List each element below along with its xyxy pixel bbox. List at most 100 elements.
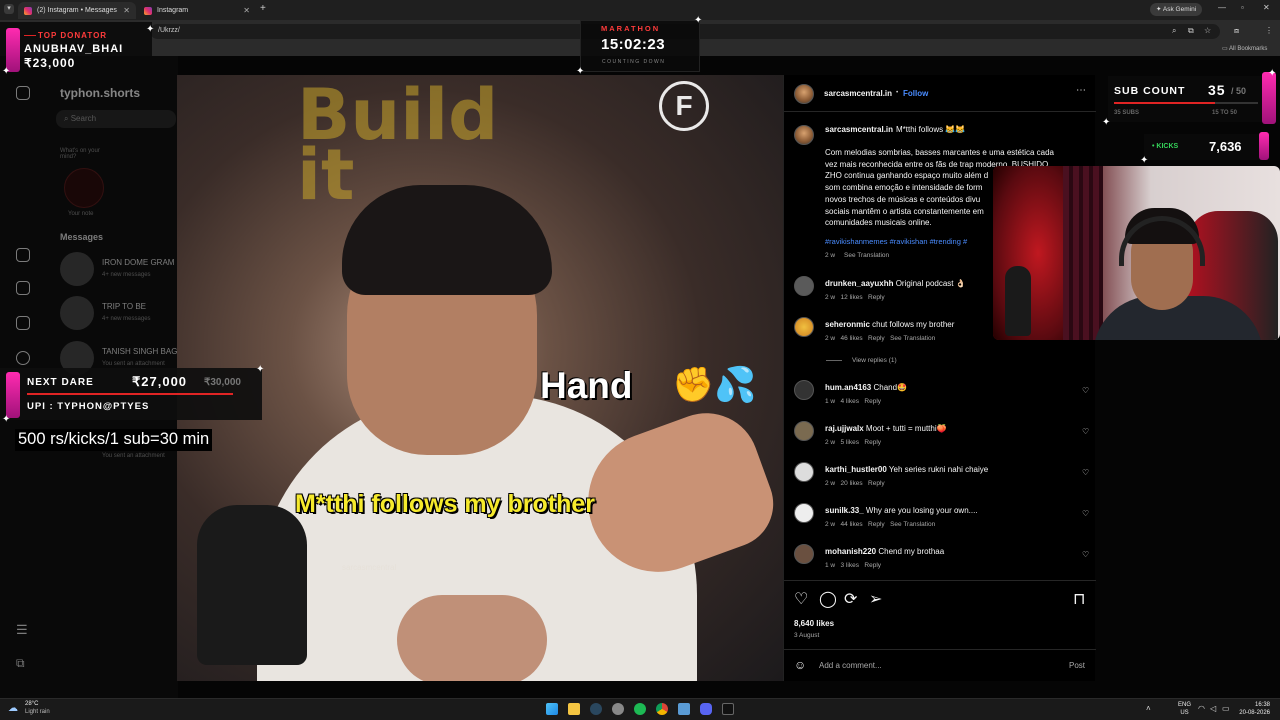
messages-username[interactable]: typhon.shorts	[60, 86, 140, 100]
weather-temp[interactable]: 28°C	[25, 701, 38, 707]
like-comment-icon[interactable]: ♡	[1082, 510, 1090, 518]
reply-button[interactable]: Reply	[864, 398, 881, 405]
chrome-icon[interactable]	[656, 703, 668, 715]
follow-button[interactable]: Follow	[903, 89, 928, 98]
bookmark-star-icon[interactable]: ☆	[1204, 26, 1211, 35]
share-icon[interactable]: ➢	[869, 589, 882, 609]
spotify-icon[interactable]	[634, 703, 646, 715]
file-explorer-icon[interactable]	[568, 703, 580, 715]
close-tab-icon[interactable]: ✕	[243, 6, 250, 15]
all-bookmarks-link[interactable]: ▭ All Bookmarks	[1222, 45, 1267, 52]
comment-username[interactable]: drunken_aayuxhh	[825, 279, 893, 288]
your-note-avatar[interactable]	[64, 168, 104, 208]
comment-username[interactable]: mohanish220	[825, 547, 876, 556]
hashtags[interactable]: #ravikishanmemes #ravikishan #trending #	[825, 237, 967, 246]
comment-avatar[interactable]	[794, 503, 814, 523]
close-tab-icon[interactable]: ✕	[123, 6, 130, 15]
new-tab-icon[interactable]: +	[260, 3, 266, 14]
direct-messages-icon[interactable]	[16, 316, 30, 330]
comment-likes[interactable]: 20 likes	[841, 480, 863, 487]
maximize-icon[interactable]: ▫	[1241, 3, 1244, 12]
post-comment-button[interactable]: Post	[1069, 661, 1085, 670]
settings-icon[interactable]	[612, 703, 624, 715]
tray-chevron-icon[interactable]: ˄	[1146, 704, 1151, 713]
author-avatar[interactable]	[794, 84, 814, 104]
reply-button[interactable]: Reply	[868, 480, 885, 487]
reply-button[interactable]: Reply	[868, 294, 885, 301]
zoom-icon[interactable]: ⌕	[1172, 26, 1176, 36]
reply-button[interactable]: Reply	[868, 335, 885, 342]
like-comment-icon[interactable]: ♡	[1082, 469, 1090, 477]
thread-name[interactable]: IRON DOME GRAM	[102, 258, 174, 267]
photos-icon[interactable]	[678, 703, 690, 715]
like-comment-icon[interactable]: ♡	[1082, 551, 1090, 559]
comment-username[interactable]: karthi_hustler00	[825, 465, 887, 474]
weather-icon[interactable]: ☁	[8, 703, 18, 714]
home-icon[interactable]	[16, 248, 30, 262]
browser-menu-icon[interactable]: ⋮	[1265, 26, 1273, 35]
close-window-icon[interactable]: ✕	[1263, 3, 1270, 12]
start-icon[interactable]	[546, 703, 558, 715]
save-icon[interactable]: ⊓	[1073, 589, 1085, 609]
steam-icon[interactable]	[590, 703, 602, 715]
view-replies-link[interactable]: View replies (1)	[852, 357, 897, 364]
extensions-icon[interactable]: ⧈	[1234, 26, 1239, 36]
thread-name[interactable]: TANISH SINGH BAG	[102, 347, 177, 356]
caption-avatar[interactable]	[794, 125, 814, 145]
author-name[interactable]: sarcasmcentral.in	[824, 89, 892, 98]
emoji-icon[interactable]: ☺	[794, 658, 806, 672]
clock[interactable]: 16:38 20-08-2026	[1236, 701, 1270, 717]
comment-avatar[interactable]	[794, 462, 814, 482]
comment-icon[interactable]: ◯	[819, 589, 837, 609]
reply-button[interactable]: Reply	[864, 439, 881, 446]
volume-icon[interactable]: ◁	[1210, 704, 1216, 713]
more-options-icon[interactable]: ⋯	[1076, 85, 1086, 96]
comment-likes[interactable]: 3 likes	[841, 562, 859, 569]
comment-avatar[interactable]	[794, 380, 814, 400]
see-translation-link[interactable]: See Translation	[890, 521, 935, 528]
reply-button[interactable]: Reply	[868, 521, 885, 528]
meta-icon[interactable]: ⧉	[16, 656, 25, 671]
like-count[interactable]: 8,640 likes	[794, 619, 834, 628]
like-comment-icon[interactable]: ♡	[1082, 428, 1090, 436]
comment-likes[interactable]: 46 likes	[841, 335, 863, 342]
comment-likes[interactable]: 12 likes	[841, 294, 863, 301]
comment-avatar[interactable]	[794, 544, 814, 564]
comment-avatar[interactable]	[794, 421, 814, 441]
terminal-icon[interactable]	[722, 703, 734, 715]
comment-avatar[interactable]	[794, 276, 814, 296]
see-translation-link[interactable]: See Translation	[890, 335, 935, 342]
caption-see-translation[interactable]: See Translation	[844, 252, 889, 259]
thread-name[interactable]: TRIP TO BE	[102, 302, 146, 311]
tab-menu-button[interactable]: ▾	[4, 4, 14, 14]
more-menu-icon[interactable]: ☰	[16, 622, 28, 638]
explore-icon[interactable]	[16, 281, 30, 295]
comment-username[interactable]: sunilk.33_	[825, 506, 864, 515]
search-input[interactable]: ⌕ Search	[56, 110, 176, 128]
comment-likes[interactable]: 5 likes	[841, 439, 859, 446]
repost-icon[interactable]: ⟳	[844, 589, 857, 609]
wifi-icon[interactable]: ◠	[1198, 704, 1205, 713]
language-indicator[interactable]: ENG US	[1178, 701, 1191, 717]
comment-username[interactable]: raj.ujjwalx	[825, 424, 864, 433]
add-comment-input[interactable]: Add a comment...	[819, 661, 882, 670]
comment-username[interactable]: seheronmic	[825, 320, 870, 329]
comment-likes[interactable]: 44 likes	[841, 521, 863, 528]
like-icon[interactable]: ♡	[794, 589, 808, 609]
tab-instagram[interactable]: Instagram ✕	[138, 2, 256, 19]
search-icon[interactable]	[16, 351, 30, 365]
caption-author[interactable]: sarcasmcentral.in	[825, 125, 893, 134]
comment-username[interactable]: hum.an4163	[825, 383, 871, 392]
battery-icon[interactable]: ▭	[1222, 704, 1230, 713]
reply-button[interactable]: Reply	[864, 562, 881, 569]
reel-video[interactable]: Build it F Hand ✊💦 M*tthi follows my brot…	[177, 75, 783, 681]
comment-avatar[interactable]	[794, 317, 814, 337]
tab-messages[interactable]: (2) Instagram • Messages ✕	[18, 2, 136, 19]
like-comment-icon[interactable]: ♡	[1082, 387, 1090, 395]
comment-likes[interactable]: 4 likes	[841, 398, 859, 405]
discord-icon[interactable]	[700, 703, 712, 715]
minimize-icon[interactable]: —	[1218, 3, 1226, 12]
note-bubble[interactable]: What's on your mind?	[60, 148, 110, 160]
ask-gemini-button[interactable]: ✦ Ask Gemini	[1150, 3, 1203, 16]
instagram-logo-icon[interactable]	[16, 86, 30, 100]
